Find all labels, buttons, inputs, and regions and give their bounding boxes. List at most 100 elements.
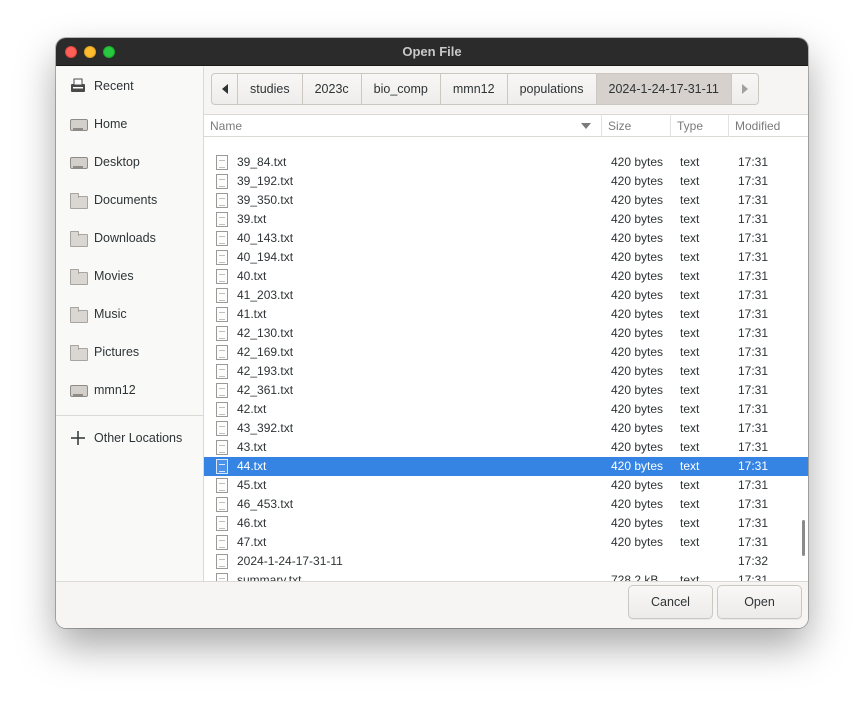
file-modified: 17:31 [738,497,769,511]
sidebar-item-mmn12[interactable]: mmn12 [56,371,203,409]
table-row[interactable]: 42_193.txt 420 bytes text 17:31 [204,362,808,381]
table-row[interactable]: 40_194.txt 420 bytes text 17:31 [204,248,808,267]
path-crumb-mmn12[interactable]: mmn12 [441,74,508,104]
table-row[interactable]: summary.txt 728.2 kB text 17:31 [204,571,808,581]
drive-icon [70,382,88,398]
sidebar-item-home[interactable]: Home [56,105,203,143]
file-name: 40.txt [237,269,267,283]
file-modified: 17:31 [738,402,769,416]
column-header-size[interactable]: Size [602,115,671,137]
file-size: 420 bytes [611,402,664,416]
path-crumb-populations[interactable]: populations [508,74,597,104]
table-row[interactable]: 39_192.txt 420 bytes text 17:31 [204,172,808,191]
file-modified: 17:31 [738,326,769,340]
table-row[interactable]: 39_350.txt 420 bytes text 17:31 [204,191,808,210]
file-type: text [680,288,700,302]
file-rows: 39_84.txt 420 bytes text 17:31 39_192.txt 420… [204,138,808,581]
file-name: 44.txt [237,459,267,473]
file-modified: 17:31 [738,440,769,454]
file-size: 420 bytes [611,155,664,169]
file-size: 420 bytes [611,364,664,378]
path-scroll-left-button[interactable] [212,74,238,104]
cancel-button[interactable]: Cancel [628,585,713,619]
file-size: 420 bytes [611,459,664,473]
drive-icon [70,116,88,132]
sidebar-item-label: Other Locations [94,431,183,445]
sidebar-item-documents[interactable]: Documents [56,181,203,219]
sidebar-item-downloads[interactable]: Downloads [56,219,203,257]
table-row[interactable]: 47.txt 420 bytes text 17:31 [204,533,808,552]
path-scroll-right-button[interactable] [732,74,758,104]
path-crumb-bio-comp[interactable]: bio_comp [362,74,441,104]
table-row[interactable]: 40_143.txt 420 bytes text 17:31 [204,229,808,248]
sidebar-item-desktop[interactable]: Desktop [56,143,203,181]
sidebar-item-pictures[interactable]: Pictures [56,333,203,371]
table-row[interactable]: 42_361.txt 420 bytes text 17:31 [204,381,808,400]
open-file-dialog: Open File Recent Home Desktop Documents … [56,38,808,628]
file-type: text [680,402,700,416]
file-name: 42_361.txt [237,383,294,397]
file-size: 420 bytes [611,440,664,454]
file-name: 39_350.txt [237,193,294,207]
file-icon [216,383,228,398]
table-row[interactable]: 2024-1-24-17-31-11 17:32 [204,552,808,571]
table-row[interactable]: 43_392.txt 420 bytes text 17:31 [204,419,808,438]
table-row[interactable]: 41_203.txt 420 bytes text 17:31 [204,286,808,305]
path-crumb-2023c[interactable]: 2023c [303,74,362,104]
folder-icon [70,306,88,323]
sidebar-item-music[interactable]: Music [56,295,203,333]
file-size: 420 bytes [611,174,664,188]
file-type: text [680,345,700,359]
table-row[interactable]: 45.txt 420 bytes text 17:31 [204,476,808,495]
table-row[interactable]: 40.txt 420 bytes text 17:31 [204,267,808,286]
file-name: 40_194.txt [237,250,294,264]
file-size: 420 bytes [611,193,664,207]
file-type: text [680,421,700,435]
table-row[interactable]: 39_84.txt 420 bytes text 17:31 [204,153,808,172]
table-row[interactable]: 42_130.txt 420 bytes text 17:31 [204,324,808,343]
folder-icon [70,192,88,209]
file-size: 420 bytes [611,326,664,340]
file-modified: 17:31 [738,288,769,302]
column-header-name[interactable]: Name [204,115,602,137]
file-modified: 17:31 [738,573,769,581]
file-icon [216,573,228,581]
file-type: text [680,307,700,321]
file-modified: 17:31 [738,459,769,473]
folder-icon [70,268,88,285]
table-row[interactable]: 44.txt 420 bytes text 17:31 [204,457,808,476]
sidebar-item-movies[interactable]: Movies [56,257,203,295]
dialog-footer: Cancel Open [56,581,808,628]
file-icon [216,516,228,531]
file-type: text [680,440,700,454]
table-row[interactable]: 39.txt 420 bytes text 17:31 [204,210,808,229]
file-list-header: Name Size Type Modified [204,115,808,137]
table-row[interactable]: 43.txt 420 bytes text 17:31 [204,438,808,457]
table-row[interactable]: 42.txt 420 bytes text 17:31 [204,400,808,419]
table-row[interactable]: 42_169.txt 420 bytes text 17:31 [204,343,808,362]
file-name: 42_130.txt [237,326,294,340]
file-name: 39_192.txt [237,174,294,188]
sidebar-item-label: Downloads [94,231,156,245]
file-type: text [680,383,700,397]
table-row[interactable]: 46_453.txt 420 bytes text 17:31 [204,495,808,514]
file-name: 41_203.txt [237,288,294,302]
file-icon [216,155,228,170]
column-header-modified[interactable]: Modified [729,115,808,137]
column-header-type[interactable]: Type [671,115,729,137]
file-icon [216,421,228,436]
path-crumb-studies[interactable]: studies [238,74,303,104]
file-size: 420 bytes [611,345,664,359]
file-name: 42.txt [237,402,267,416]
open-button[interactable]: Open [717,585,802,619]
chevron-left-icon [221,84,228,94]
table-row[interactable]: 41.txt 420 bytes text 17:31 [204,305,808,324]
path-crumb-current[interactable]: 2024-1-24-17-31-11 [596,74,732,104]
title-bar: Open File [56,38,808,66]
file-modified: 17:31 [738,212,769,226]
file-modified: 17:31 [738,269,769,283]
sidebar-item-recent[interactable]: Recent [56,67,203,105]
scrollbar[interactable] [802,520,805,556]
sidebar-item-other-locations[interactable]: Other Locations [56,419,203,457]
table-row[interactable]: 46.txt 420 bytes text 17:31 [204,514,808,533]
